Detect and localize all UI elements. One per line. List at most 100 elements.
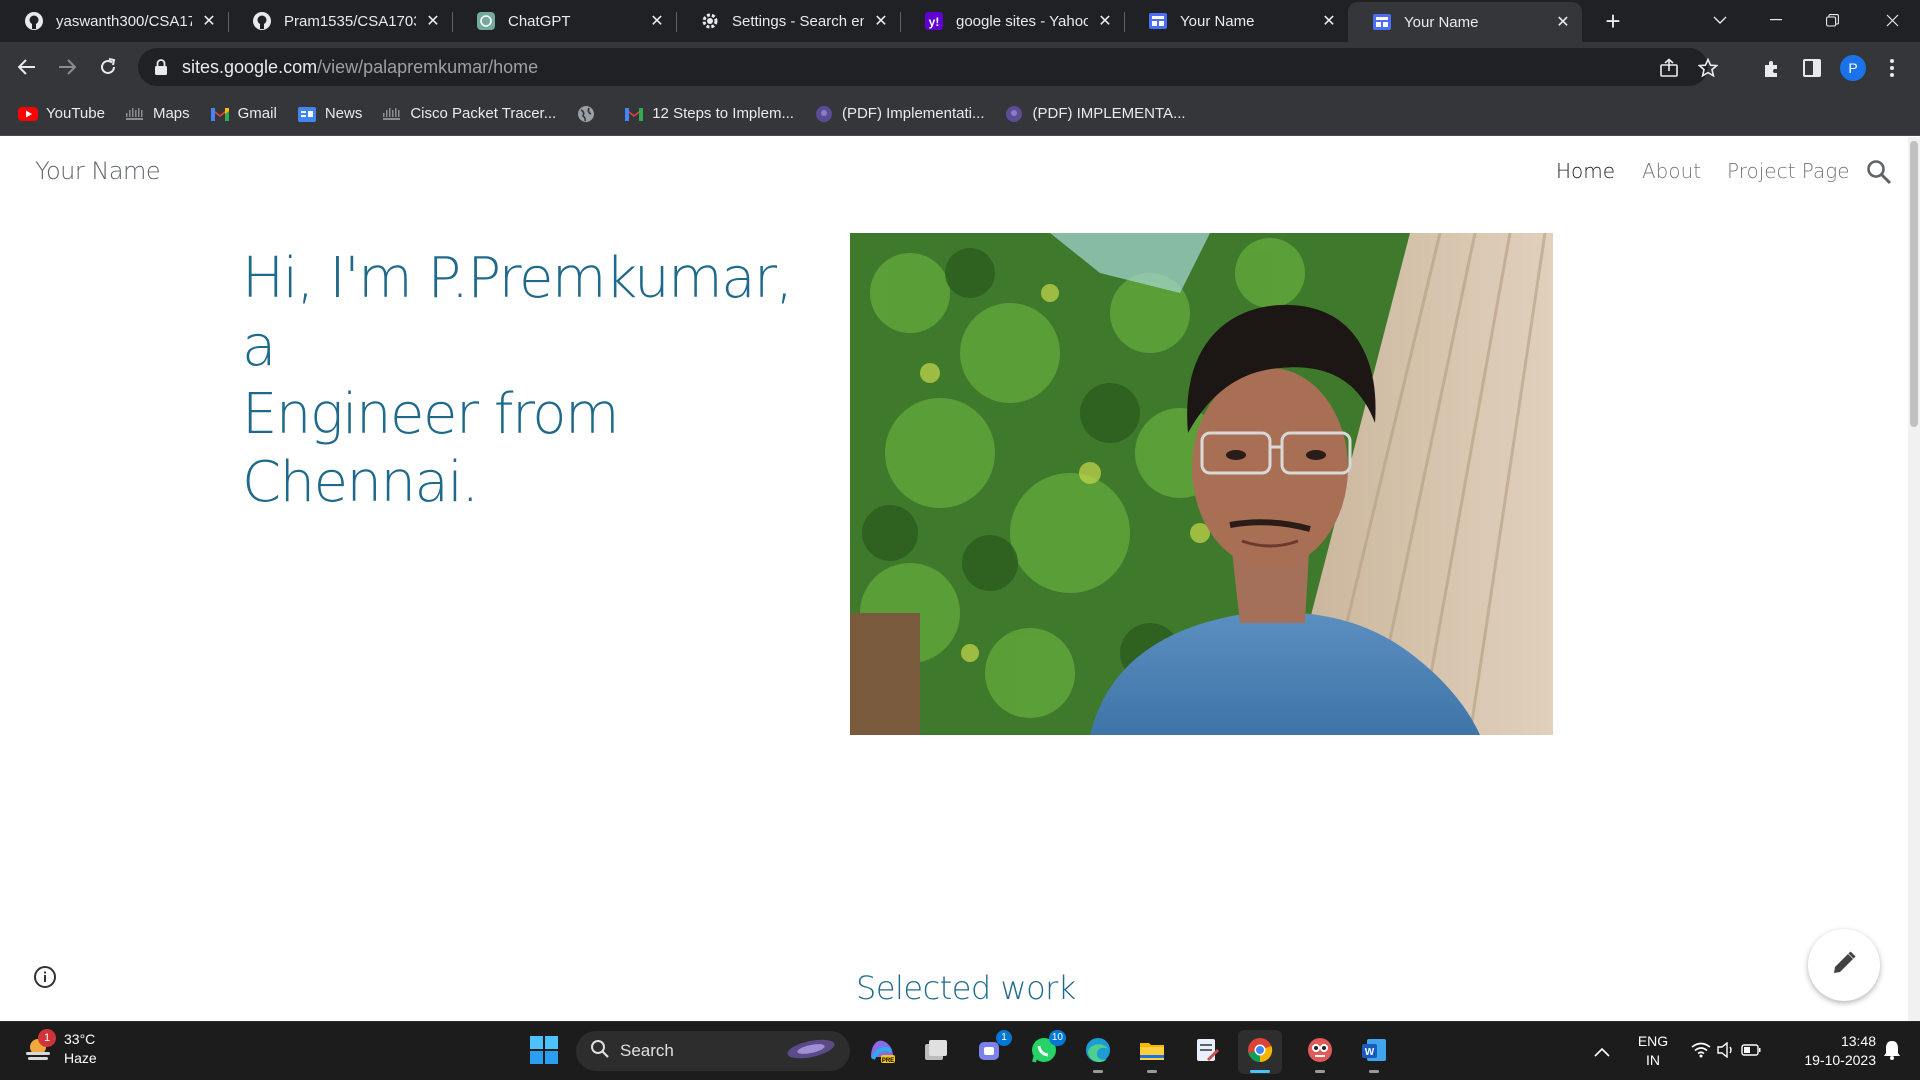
close-icon[interactable]: ✕: [872, 11, 890, 31]
gmail-icon: [624, 105, 644, 123]
task-view-icon: [921, 1035, 951, 1070]
clock-date: 19-10-2023: [1804, 1052, 1876, 1068]
taskbar-app-whatsapp[interactable]: 10: [1022, 1030, 1066, 1074]
tab-title: Pram1535/CSA1703-: [284, 12, 416, 30]
close-icon[interactable]: ✕: [648, 11, 666, 31]
search-icon: [590, 1039, 610, 1064]
input-language[interactable]: ENG IN: [1628, 1032, 1678, 1070]
bookmark-label: YouTube: [46, 105, 105, 122]
forward-button[interactable]: [52, 52, 82, 82]
nav-home[interactable]: Home: [1556, 159, 1615, 183]
bookmarks-bar: YouTube Maps Gmail News Cisco Packet Tra…: [0, 92, 1920, 136]
pencil-icon: [1831, 950, 1857, 981]
taskbar-app-word[interactable]: W: [1352, 1030, 1396, 1074]
teams-badge: 1: [996, 1030, 1012, 1046]
bookmark-pdf-implementation-1[interactable]: (PDF) Implementati...: [814, 105, 985, 123]
bookmark-pdf-implementation-2[interactable]: (PDF) IMPLEMENTA...: [1004, 105, 1186, 123]
cisco-icon: [382, 105, 402, 123]
gmail-icon: [210, 105, 230, 123]
tab-github-yaswanth[interactable]: yaswanth300/CSA170 ✕: [0, 0, 229, 42]
reload-button[interactable]: [93, 52, 123, 82]
edit-button[interactable]: [1808, 929, 1880, 1001]
bookmark-label: (PDF) Implementati...: [841, 105, 985, 122]
browser-toolbar: sites.google.com/view/palapremkumar/home…: [0, 42, 1920, 92]
clock-time: 13:48: [1840, 1033, 1876, 1049]
tab-search-icon[interactable]: [1692, 0, 1748, 40]
weather-temp: 33°C: [64, 1031, 96, 1047]
extensions-icon[interactable]: [1760, 56, 1784, 80]
bookmark-12-steps[interactable]: 12 Steps to Implem...: [624, 105, 794, 123]
weather-widget[interactable]: 1 33°C Haze: [22, 1029, 97, 1068]
taskbar-app-file-explorer[interactable]: [1130, 1030, 1174, 1074]
weather-haze-icon: 1: [22, 1029, 56, 1065]
lock-icon[interactable]: [154, 59, 168, 75]
notifications-button[interactable]: [1874, 1030, 1910, 1074]
edge-icon: [1083, 1035, 1113, 1070]
start-button[interactable]: [522, 1030, 566, 1074]
bookmark-cisco-packet-tracer[interactable]: Cisco Packet Tracer...: [382, 105, 556, 123]
bookmark-news[interactable]: News: [297, 105, 362, 123]
svg-text:W: W: [1365, 1047, 1375, 1058]
tab-github-pram[interactable]: Pram1535/CSA1703- ✕: [228, 0, 453, 42]
close-icon[interactable]: ✕: [424, 11, 442, 31]
taskbar-app-copilot[interactable]: PRE: [860, 1030, 904, 1074]
minimize-button[interactable]: [1748, 0, 1804, 40]
page-scrollbar[interactable]: [1908, 137, 1920, 1021]
new-tab-button[interactable]: +: [1598, 6, 1628, 36]
bookmark-star-icon[interactable]: [1697, 57, 1719, 79]
bookmark-maps[interactable]: Maps: [125, 105, 190, 123]
site-page: Your Name Home About Project Page Hi, I'…: [0, 137, 1908, 1021]
taskbar-app-task-view[interactable]: [914, 1030, 958, 1074]
bookmark-gmail[interactable]: Gmail: [210, 105, 277, 123]
close-icon[interactable]: ✕: [200, 11, 218, 31]
hero-line: Hi, I'm P.Premkumar, a: [242, 246, 793, 379]
chrome-icon: [1245, 1035, 1275, 1070]
taskbar-app-notepad[interactable]: [1184, 1030, 1228, 1074]
tab-settings[interactable]: Settings - Search engine ✕: [676, 0, 901, 42]
tab-yahoo[interactable]: y! google sites - Yahoo ✕: [900, 0, 1125, 42]
address-bar[interactable]: sites.google.com/view/palapremkumar/home: [138, 48, 1718, 86]
nav-about[interactable]: About: [1642, 159, 1701, 183]
quick-settings-button[interactable]: [1686, 1030, 1766, 1074]
taskbar-app-edge[interactable]: [1076, 1030, 1120, 1074]
researchgate-icon: [1004, 105, 1024, 123]
svg-text:y!: y!: [929, 15, 940, 29]
site-title[interactable]: Your Name: [35, 157, 161, 185]
nav-project-page[interactable]: Project Page: [1727, 159, 1850, 183]
search-highlight-icon: [784, 1037, 838, 1066]
bell-icon: [1883, 1040, 1901, 1065]
taskbar-search[interactable]: Search: [576, 1031, 850, 1071]
more-menu-icon[interactable]: [1880, 56, 1904, 80]
restore-button[interactable]: [1804, 0, 1860, 40]
close-icon[interactable]: ✕: [1320, 11, 1338, 31]
taskbar-app-game[interactable]: [1298, 1030, 1342, 1074]
share-icon[interactable]: [1658, 57, 1680, 79]
wifi-icon: [1691, 1042, 1711, 1063]
tab-your-name-active[interactable]: Your Name ✕: [1348, 2, 1582, 42]
github-icon: [252, 11, 272, 31]
taskbar-app-teams[interactable]: 1: [968, 1030, 1012, 1074]
profile-avatar[interactable]: P: [1840, 55, 1866, 81]
clock[interactable]: 13:48 19-10-2023: [1780, 1032, 1876, 1070]
bookmark-label: Maps: [152, 105, 190, 122]
back-button[interactable]: [12, 52, 42, 82]
taskbar-app-chrome[interactable]: [1238, 1030, 1282, 1074]
side-panel-icon[interactable]: [1800, 56, 1824, 80]
hero-line: Engineer from: [242, 382, 620, 447]
tab-title: yaswanth300/CSA170: [56, 12, 192, 30]
close-icon[interactable]: ✕: [1096, 11, 1114, 31]
bookmark-youtube[interactable]: YouTube: [18, 105, 105, 123]
volume-icon: [1717, 1041, 1735, 1063]
close-window-button[interactable]: [1864, 0, 1920, 40]
close-icon[interactable]: ✕: [1554, 12, 1572, 32]
search-icon[interactable]: [1866, 159, 1892, 185]
tab-your-name[interactable]: Your Name ✕: [1124, 0, 1348, 42]
scrollbar-thumb[interactable]: [1910, 141, 1918, 427]
bookmark-globe[interactable]: [576, 105, 604, 123]
show-hidden-icons-button[interactable]: [1580, 1030, 1624, 1074]
word-icon: W: [1359, 1035, 1389, 1070]
info-icon[interactable]: [33, 965, 57, 989]
researchgate-icon: [814, 105, 834, 123]
bookmark-label: 12 Steps to Implem...: [652, 105, 794, 122]
tab-chatgpt[interactable]: ChatGPT ✕: [452, 0, 677, 42]
